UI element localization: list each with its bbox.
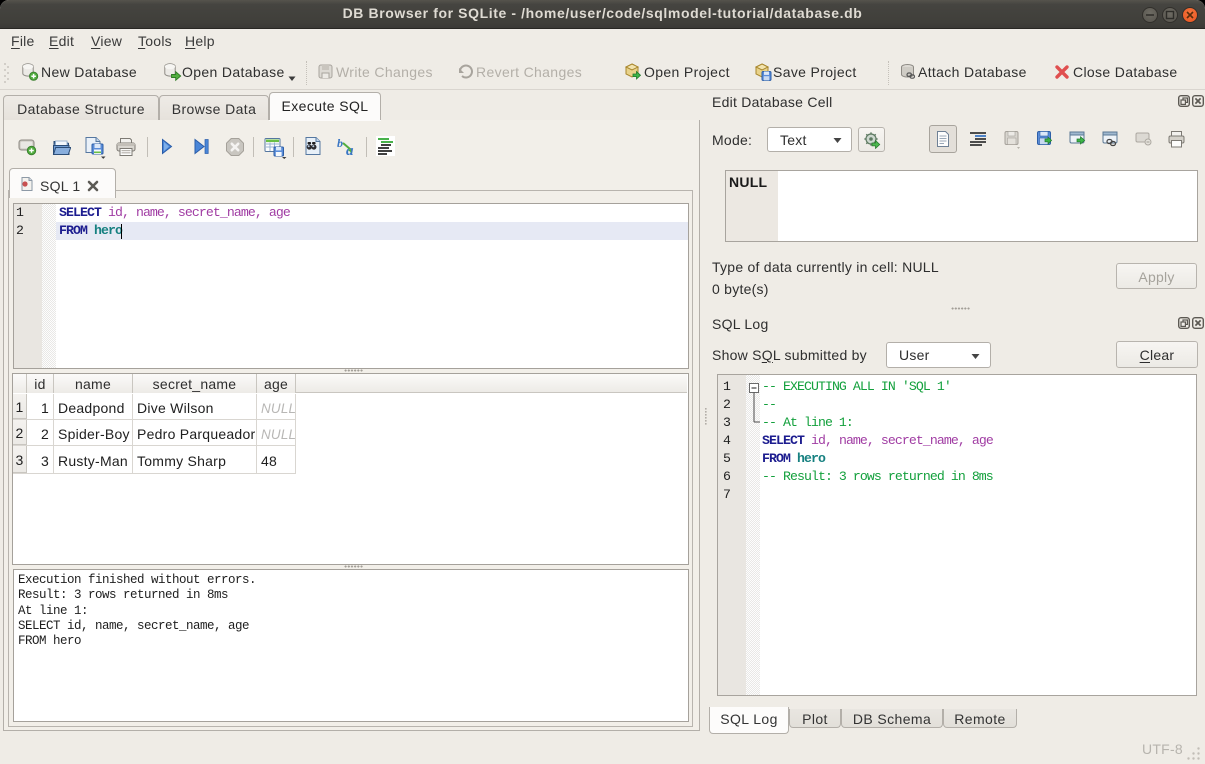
svg-text:b: b bbox=[337, 136, 343, 150]
